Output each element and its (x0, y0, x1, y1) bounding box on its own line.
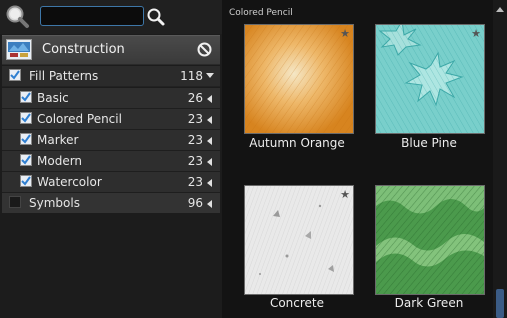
tree-item-label: Modern (37, 154, 83, 168)
pattern-tile-dark-green[interactable] (375, 185, 485, 295)
tree-item-label: Watercolor (37, 175, 102, 189)
chevron-left-icon[interactable] (207, 95, 212, 103)
tree-item-label: Symbols (29, 196, 80, 210)
search-icon[interactable] (145, 6, 167, 28)
library-selector[interactable]: Construction (2, 35, 220, 65)
chevron-left-icon[interactable] (207, 200, 212, 208)
app-window: Construction Fill Patterns 118 Basic 26 … (0, 0, 507, 318)
tree-item-basic[interactable]: Basic 26 (2, 88, 220, 109)
gallery-scrollbar[interactable] (493, 0, 507, 318)
pattern-tile-label: Blue Pine (401, 136, 457, 150)
library-panel: Construction Fill Patterns 118 Basic 26 … (0, 0, 222, 318)
pattern-tile-label: Autumn Orange (249, 136, 345, 150)
pattern-tile-autumn-orange[interactable]: ★ (244, 24, 354, 134)
tree-item-modern[interactable]: Modern 23 (2, 151, 220, 172)
pattern-tile-blue-pine[interactable]: ★ (375, 24, 485, 134)
chevron-left-icon[interactable] (207, 137, 212, 145)
tree-item-count: 26 (187, 91, 203, 105)
basic-checkbox[interactable] (20, 91, 32, 103)
tree-item-count: 118 (180, 69, 203, 83)
pattern-tile-concrete[interactable]: ★ (244, 185, 354, 295)
favorite-star-icon[interactable]: ★ (340, 188, 350, 201)
favorite-star-icon[interactable]: ★ (340, 27, 350, 40)
scroll-up-icon[interactable] (496, 7, 504, 12)
fill-patterns-checkbox[interactable] (9, 69, 21, 81)
watercolor-checkbox[interactable] (20, 175, 32, 187)
modern-checkbox[interactable] (20, 154, 32, 166)
search-bar (0, 0, 222, 34)
disable-icon[interactable] (197, 42, 212, 57)
chevron-left-icon[interactable] (207, 179, 212, 187)
search-input[interactable] (40, 6, 144, 26)
gallery-section-title: Colored Pencil (229, 8, 293, 18)
tree-item-fill-patterns[interactable]: Fill Patterns 118 (2, 66, 220, 87)
tree-item-label: Fill Patterns (29, 69, 99, 83)
library-thumbnail-icon (6, 39, 32, 60)
tree-item-marker[interactable]: Marker 23 (2, 130, 220, 151)
magnifier-logo-icon (4, 4, 30, 30)
tree-item-count: 23 (187, 133, 203, 147)
pattern-tile-label: Dark Green (394, 296, 464, 310)
tree-item-watercolor[interactable]: Watercolor 23 (2, 172, 220, 193)
tree-item-colored-pencil[interactable]: Colored Pencil 23 (2, 109, 220, 130)
scrollbar-thumb[interactable] (496, 289, 504, 318)
library-title: Construction (42, 42, 125, 57)
tree-item-label: Basic (37, 91, 69, 105)
chevron-left-icon[interactable] (207, 116, 212, 124)
pattern-tile-label: Concrete (269, 296, 325, 310)
marker-checkbox[interactable] (20, 133, 32, 145)
tree-item-label: Colored Pencil (37, 112, 122, 126)
tree-item-count: 96 (187, 196, 203, 210)
colored-pencil-checkbox[interactable] (20, 112, 32, 124)
favorite-star-icon[interactable]: ★ (471, 27, 481, 40)
tree-item-count: 23 (187, 112, 203, 126)
tree-item-count: 23 (187, 154, 203, 168)
symbols-checkbox[interactable] (9, 196, 21, 208)
tree-item-label: Marker (37, 133, 79, 147)
chevron-down-icon[interactable] (206, 73, 214, 78)
pattern-gallery: Colored Pencil ★ Autumn Orange ★ Blue Pi… (222, 0, 507, 318)
tree-item-count: 23 (187, 175, 203, 189)
chevron-left-icon[interactable] (207, 158, 212, 166)
tree-item-symbols[interactable]: Symbols 96 (2, 193, 220, 213)
